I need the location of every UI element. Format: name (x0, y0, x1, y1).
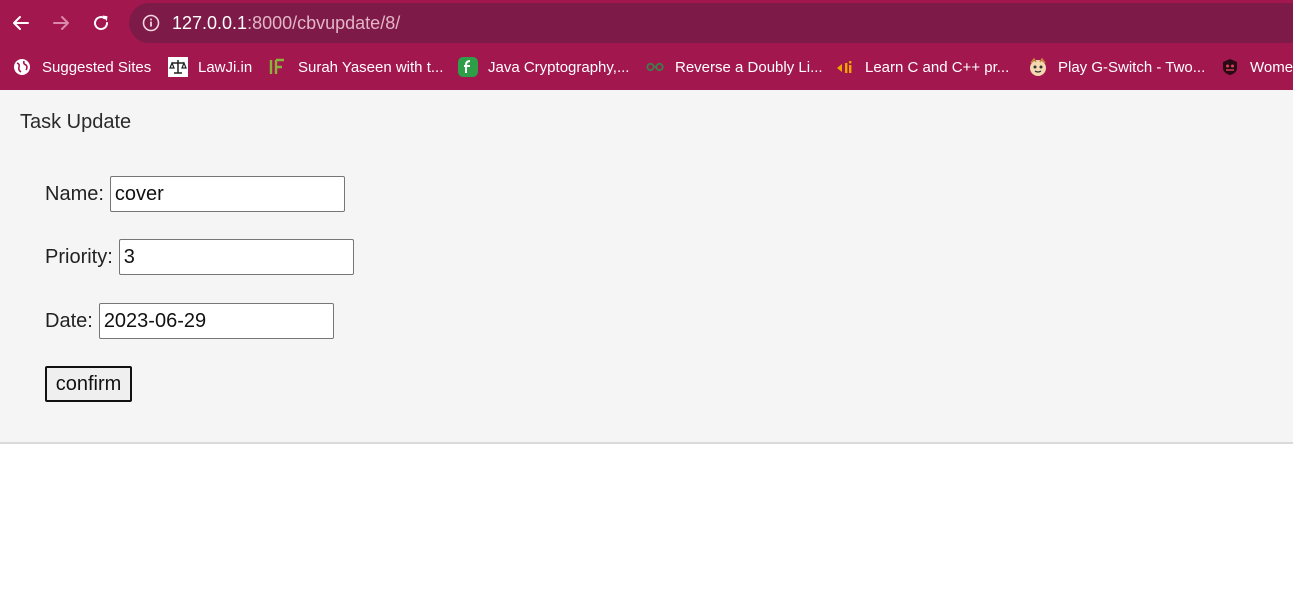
priority-label: Priority: (45, 245, 113, 268)
dji-logo-icon (835, 57, 855, 77)
scales-icon (168, 57, 188, 77)
page-content: Task Update Name: Priority: Date: confir… (0, 90, 1293, 444)
back-button[interactable] (6, 8, 36, 38)
shield-icon (1220, 57, 1240, 77)
arrow-right-icon (53, 16, 69, 30)
bookmark-label: LawJi.in (198, 58, 253, 76)
date-row: Date: (45, 303, 334, 339)
browser-chrome: 127.0.0.1:8000/cbvupdate/8/ Suggested Si… (0, 0, 1293, 90)
bookmark-surah-yaseen[interactable]: Surah Yaseen with t... (268, 50, 443, 84)
bookmark-play-gswitch[interactable]: Play G-Switch - Two... (1028, 50, 1205, 84)
bookmark-label: Surah Yaseen with t... (298, 58, 444, 76)
glasses-icon (645, 57, 665, 77)
arrow-left-icon (13, 16, 29, 30)
bookmark-label: Reverse a Doubly Li... (675, 58, 823, 76)
name-row: Name: (45, 176, 345, 212)
date-input[interactable] (98, 303, 334, 339)
page-title: Task Update (20, 111, 132, 133)
bookmark-wome[interactable]: Wome (1220, 50, 1293, 84)
globe-icon (12, 57, 32, 77)
url-text[interactable]: 127.0.0.1:8000/cbvupdate/8/ (172, 12, 400, 34)
if-logo-icon (268, 57, 288, 77)
bookmarks-bar: Suggested Sites LawJi.in Surah Yaseen wi… (0, 50, 1293, 84)
reload-button[interactable] (86, 8, 116, 38)
bookmark-reverse-doubly[interactable]: Reverse a Doubly Li... (645, 50, 823, 84)
bookmark-suggested-sites[interactable]: Suggested Sites (12, 50, 151, 84)
bookmark-label: Wome (1250, 58, 1293, 76)
bookmark-learn-c[interactable]: Learn C and C++ pr... (835, 50, 1009, 84)
url-path: :8000/cbvupdate/8/ (247, 13, 401, 33)
info-icon[interactable] (142, 14, 160, 32)
url-host: 127.0.0.1 (172, 13, 248, 33)
bookmark-label: Suggested Sites (42, 58, 152, 76)
date-label: Date: (45, 309, 93, 332)
name-input[interactable] (109, 176, 345, 212)
confirm-button[interactable]: confirm (45, 366, 132, 402)
game-face-icon (1028, 57, 1048, 77)
priority-input[interactable] (118, 239, 354, 275)
forward-button[interactable] (46, 8, 76, 38)
bookmark-label: Java Cryptography,... (488, 58, 630, 76)
priority-row: Priority: (45, 239, 354, 275)
bookmark-java-cryptography[interactable]: Java Cryptography,... (458, 50, 629, 84)
bookmark-label: Learn C and C++ pr... (865, 58, 1010, 76)
bookmark-lawji[interactable]: LawJi.in (168, 50, 252, 84)
name-label: Name: (45, 182, 104, 205)
bookmark-label: Play G-Switch - Two... (1058, 58, 1206, 76)
browser-toolbar: 127.0.0.1:8000/cbvupdate/8/ (0, 0, 1293, 46)
f-leaf-icon (458, 57, 478, 77)
reload-icon (94, 15, 109, 31)
